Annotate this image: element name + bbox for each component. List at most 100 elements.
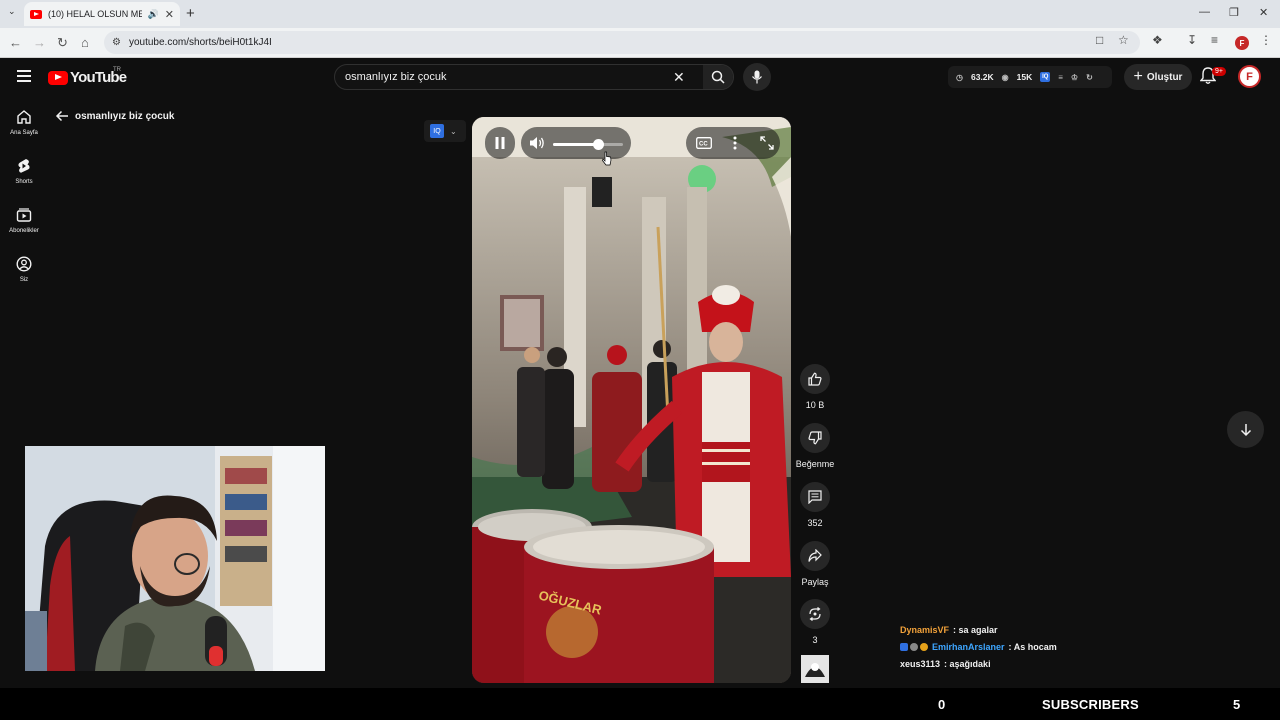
subscribers-label: SUBSCRIBERS bbox=[1042, 697, 1139, 712]
browser-tab[interactable]: (10) HELAL OLSUN MEHTER 🔊 ✕ bbox=[24, 2, 180, 26]
url-text: youtube.com/shorts/beiH0t1kJ4I bbox=[128, 37, 272, 48]
live-chat-overlay: DynamisVF : sa agalar EmirhanArslaner : … bbox=[895, 620, 1280, 676]
search-bar[interactable]: osmanlıyız biz çocuk ✕ bbox=[334, 64, 734, 90]
tab-audio-icon[interactable]: 🔊 bbox=[148, 9, 159, 20]
stats-watchers: 15K bbox=[1016, 72, 1033, 82]
tab-title: (10) HELAL OLSUN MEHTER bbox=[48, 9, 142, 19]
chat-user: xeus3113 bbox=[900, 659, 941, 669]
sidebar-item-subscriptions[interactable]: Abonelikler bbox=[0, 207, 48, 234]
restore-icon[interactable]: ❐ bbox=[1229, 6, 1239, 19]
svg-text:CC: CC bbox=[699, 142, 708, 148]
list-icon[interactable]: ≡ bbox=[1058, 73, 1063, 82]
dislike-action[interactable]: Beğenme bbox=[795, 423, 835, 469]
clear-search-icon[interactable]: ✕ bbox=[673, 69, 685, 86]
webcam-overlay bbox=[25, 446, 325, 671]
remix-icon bbox=[809, 607, 821, 621]
comments-button[interactable] bbox=[800, 482, 830, 512]
like-button[interactable] bbox=[800, 364, 830, 394]
country-code: TR bbox=[113, 67, 121, 73]
sidebar-item-shorts[interactable]: Shorts bbox=[0, 158, 48, 185]
sidebar-item-label: Siz bbox=[19, 277, 29, 283]
site-info-icon[interactable]: ⚙ bbox=[112, 37, 121, 48]
dislike-button[interactable] bbox=[800, 423, 830, 453]
search-button[interactable] bbox=[703, 65, 733, 89]
shorts-icon bbox=[18, 159, 30, 173]
menu-icon[interactable] bbox=[17, 70, 31, 82]
iq-logo-icon: IQ bbox=[430, 124, 444, 138]
media-controls-icon[interactable]: ≡ bbox=[1211, 33, 1218, 47]
next-short-button[interactable] bbox=[1227, 411, 1264, 448]
bookmark-star-icon[interactable]: ☆ bbox=[1118, 33, 1129, 47]
minimize-icon[interactable]: — bbox=[1199, 6, 1210, 18]
microphone-icon bbox=[752, 70, 762, 84]
prime-badge-icon bbox=[900, 643, 908, 651]
back-arrow-icon bbox=[55, 110, 68, 122]
search-input[interactable]: osmanlıyız biz çocuk bbox=[345, 71, 446, 83]
create-button[interactable]: + Oluştur bbox=[1124, 64, 1192, 90]
volume-slider[interactable] bbox=[553, 139, 623, 150]
chat-text: : sa agalar bbox=[953, 625, 998, 635]
voice-search-button[interactable] bbox=[743, 63, 771, 91]
like-count: 10 B bbox=[805, 400, 825, 410]
subscriber-counter-bar: 0 SUBSCRIBERS 5 bbox=[0, 688, 1280, 720]
chat-badges bbox=[900, 643, 928, 651]
account-avatar[interactable]: F bbox=[1238, 65, 1261, 88]
address-bar[interactable]: ⚙ youtube.com/shorts/beiH0t1kJ4I bbox=[104, 31, 1140, 54]
comment-icon bbox=[808, 490, 822, 504]
youtube-play-logo-icon bbox=[48, 70, 68, 85]
remix-button[interactable] bbox=[800, 599, 830, 629]
pause-button[interactable] bbox=[485, 127, 515, 159]
arrow-down-icon bbox=[1240, 423, 1251, 436]
back-title: osmanlıyız biz çocuk bbox=[75, 110, 175, 122]
trophy-icon[interactable]: ♔ bbox=[1071, 73, 1078, 82]
home-browser-icon[interactable]: ⌂ bbox=[81, 35, 89, 50]
browser-menu-icon[interactable]: ⋮ bbox=[1260, 33, 1272, 47]
plus-icon: + bbox=[1133, 68, 1143, 85]
player-controls-right: CC bbox=[686, 127, 780, 159]
window-close-icon[interactable]: ✕ bbox=[1259, 6, 1268, 19]
clock-icon: ◷ bbox=[956, 72, 963, 82]
browser-profile-icon[interactable]: F bbox=[1235, 36, 1249, 50]
sidebar-item-label: Abonelikler bbox=[9, 228, 39, 234]
chat-user: EmirhanArslaner bbox=[932, 642, 1005, 652]
comments-action[interactable]: 352 bbox=[795, 482, 835, 528]
volume-slider-knob[interactable] bbox=[593, 139, 604, 150]
share-button[interactable] bbox=[800, 541, 830, 571]
captions-icon[interactable]: CC bbox=[696, 137, 712, 149]
remix-count: 3 bbox=[812, 635, 818, 645]
extensions-icon[interactable]: ❖ bbox=[1152, 33, 1163, 47]
you-icon bbox=[16, 256, 32, 272]
refresh-icon[interactable]: ↻ bbox=[1086, 73, 1093, 82]
sidebar-item-you[interactable]: Siz bbox=[0, 256, 48, 283]
subscriptions-icon bbox=[16, 208, 32, 222]
extension-stats-panel[interactable]: ◷ 63.2K ◉ 15K IQ ≡ ♔ ↻ bbox=[948, 66, 1112, 88]
downloads-icon[interactable]: ↧ bbox=[1187, 33, 1197, 47]
sound-thumbnail[interactable] bbox=[801, 655, 829, 683]
browser-toolbar: ← → ↻ ⌂ ⚙ youtube.com/shorts/beiH0t1kJ4I… bbox=[0, 28, 1280, 58]
chevron-down-icon: ⌄ bbox=[450, 126, 457, 136]
new-tab-button[interactable]: + bbox=[186, 5, 195, 22]
tab-search-chevron-icon[interactable]: ⌄ bbox=[8, 6, 16, 17]
browser-tab-strip: ⌄ (10) HELAL OLSUN MEHTER 🔊 ✕ + — ❐ ✕ bbox=[0, 0, 1280, 28]
install-app-icon[interactable]: □ bbox=[1096, 33, 1103, 47]
fullscreen-icon[interactable] bbox=[760, 136, 774, 150]
thumbs-up-icon bbox=[808, 372, 822, 386]
dislike-label: Beğenme bbox=[795, 459, 835, 469]
remix-action[interactable]: 3 bbox=[795, 599, 835, 645]
subscriber-count-right: 5 bbox=[1233, 697, 1241, 712]
reload-icon[interactable]: ↻ bbox=[57, 35, 68, 51]
sound-avatar-icon bbox=[801, 655, 829, 683]
shorts-video-player[interactable]: OĞUZLAR bbox=[472, 117, 791, 683]
volume-icon[interactable] bbox=[529, 136, 545, 150]
share-action[interactable]: Paylaş bbox=[795, 541, 835, 587]
back-arrow-icon[interactable]: ← bbox=[9, 35, 22, 50]
like-action[interactable]: 10 B bbox=[795, 364, 835, 410]
forward-arrow-icon[interactable]: → bbox=[33, 35, 46, 50]
notification-count-badge: 9+ bbox=[1212, 67, 1226, 76]
iq-extension-dropdown[interactable]: IQ ⌄ bbox=[424, 120, 466, 142]
tab-close-icon[interactable]: ✕ bbox=[165, 8, 174, 21]
back-to-search[interactable]: osmanlıyız biz çocuk bbox=[55, 110, 174, 122]
comment-count: 352 bbox=[807, 518, 823, 528]
sidebar-item-home[interactable]: Ana Sayfa bbox=[0, 109, 48, 136]
more-options-icon[interactable] bbox=[733, 136, 737, 150]
